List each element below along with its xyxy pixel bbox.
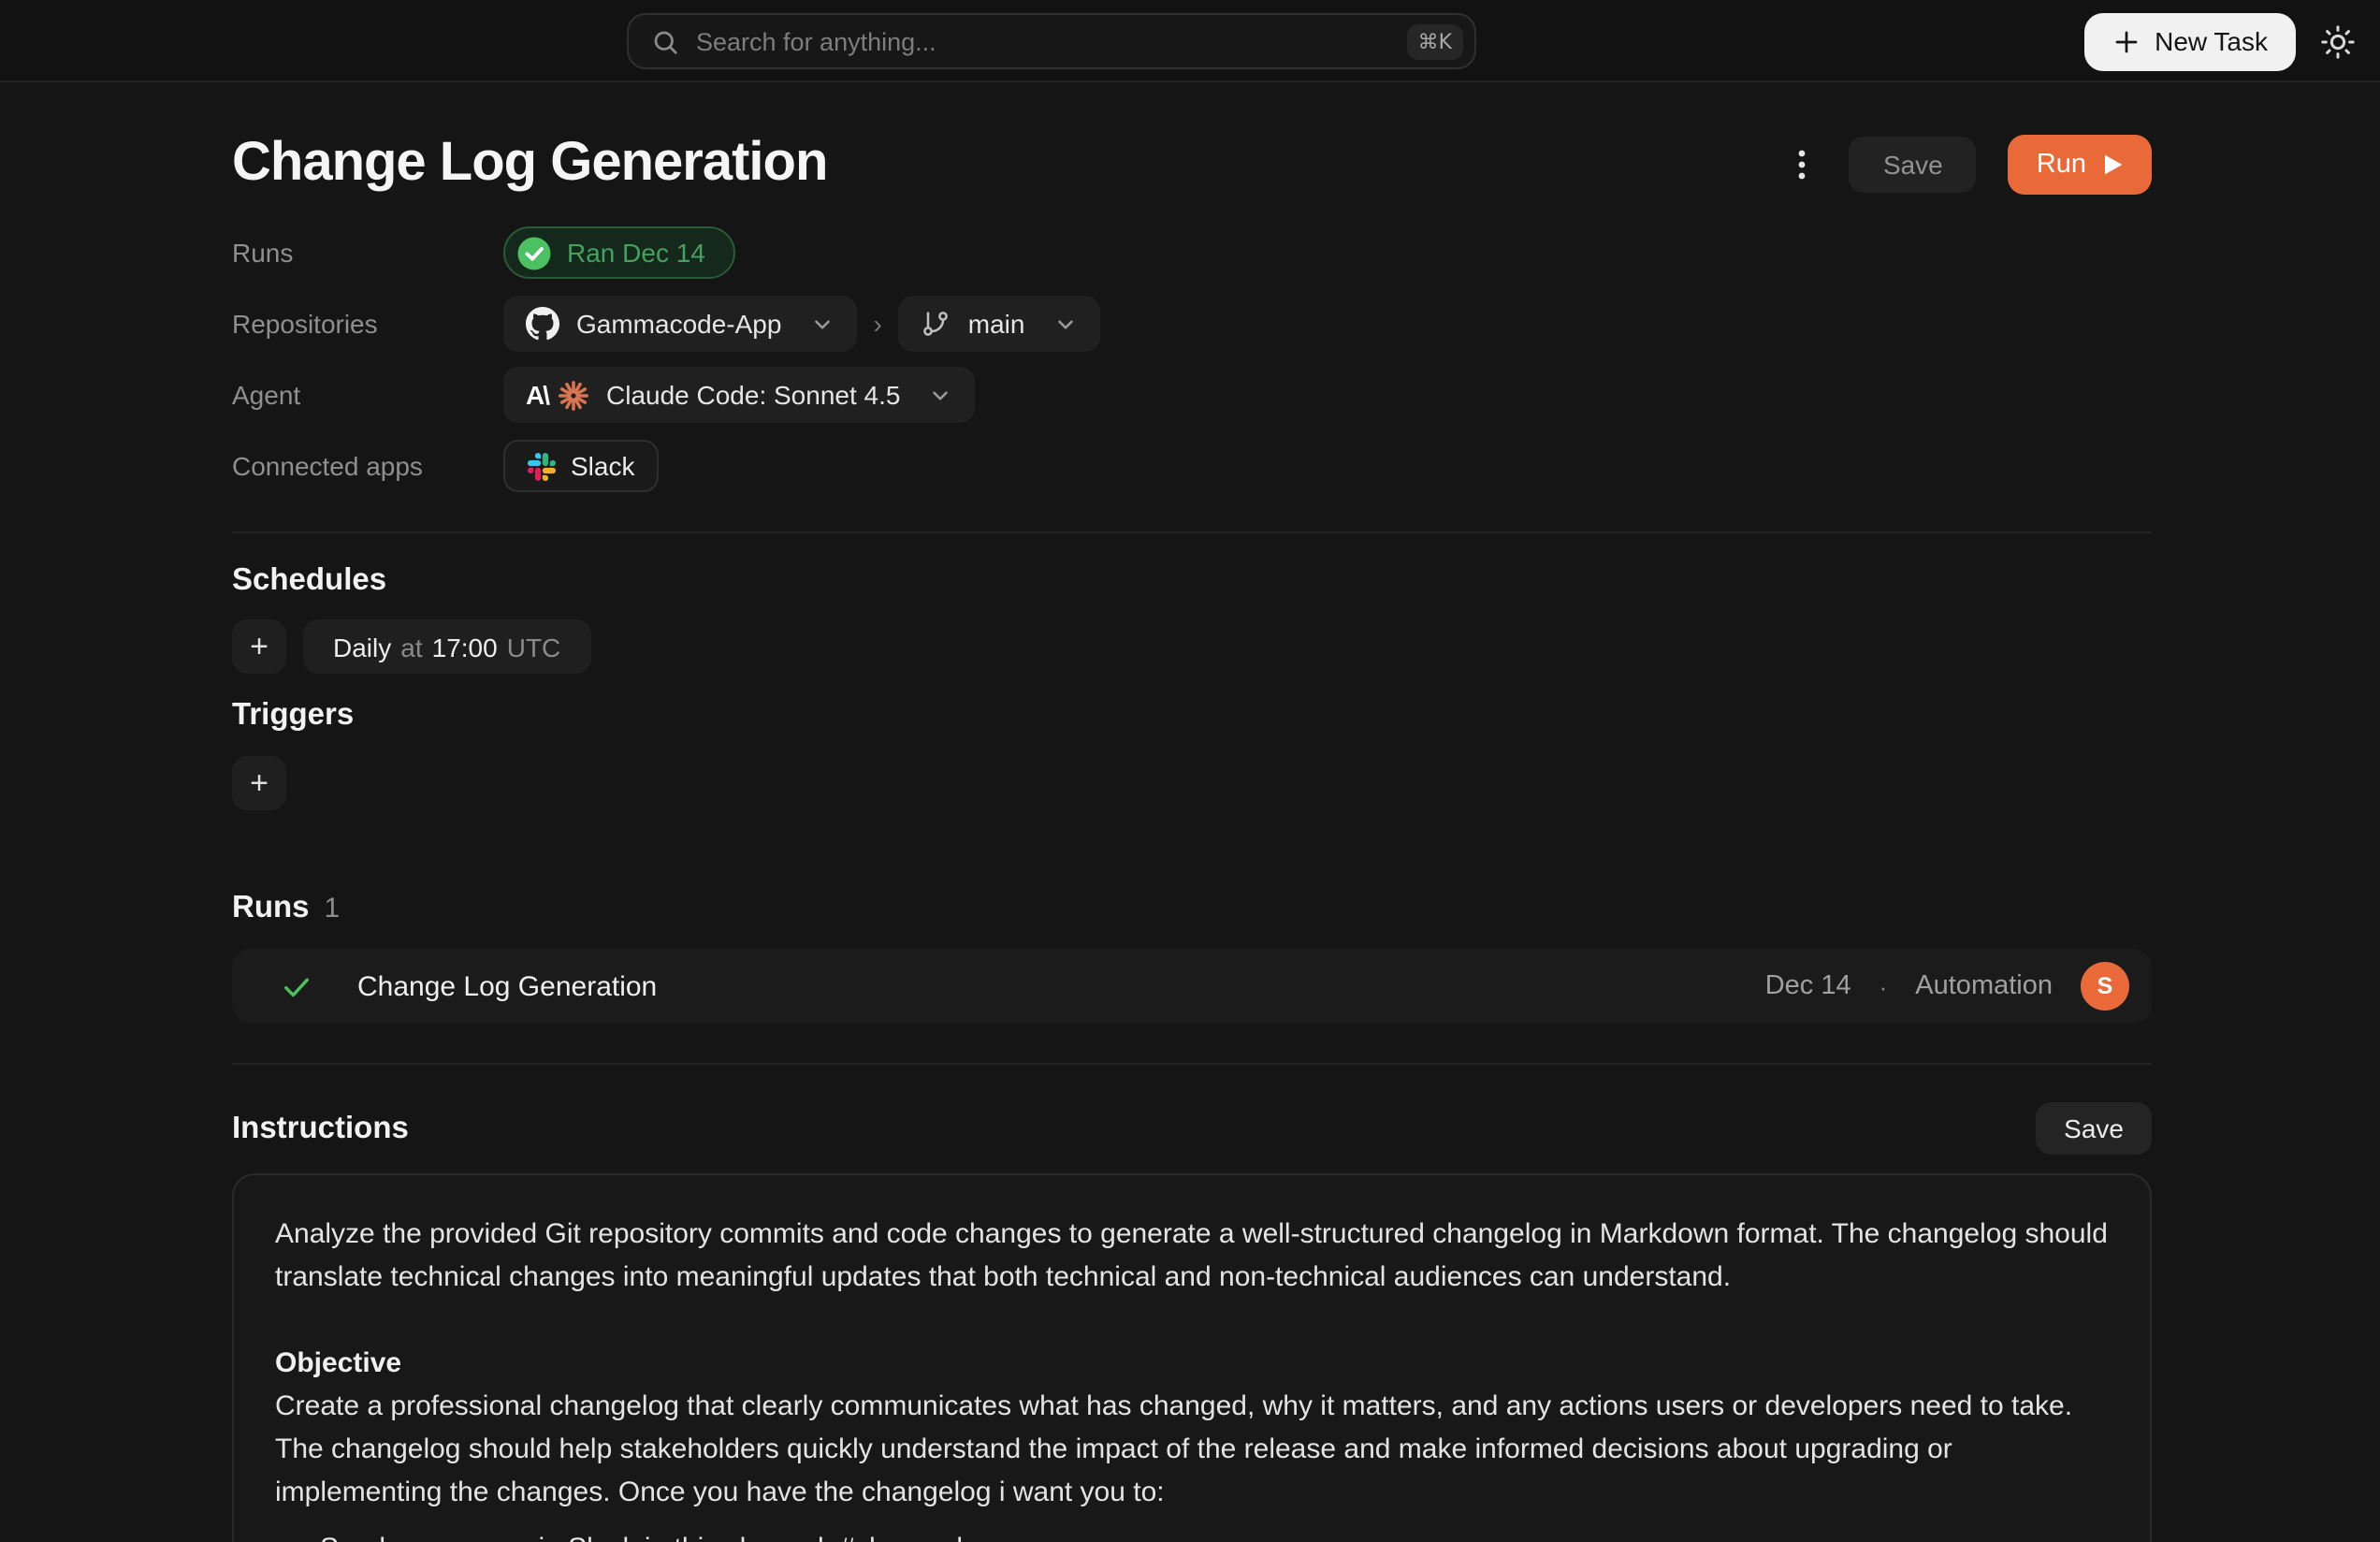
chevron-down-icon: [928, 383, 952, 407]
new-task-label: New Task: [2155, 26, 2268, 56]
topbar: ⌘K New Task: [0, 0, 2380, 82]
connected-apps-field-label: Connected apps: [232, 451, 503, 481]
section-divider: [232, 531, 2152, 533]
search-icon: [651, 27, 679, 55]
run-list-item[interactable]: Change Log Generation Dec 14 · Automatio…: [232, 949, 2152, 1024]
instructions-section: Instructions Save Analyze the provided G…: [232, 1102, 2152, 1542]
schedule-at-word: at: [400, 632, 422, 662]
add-schedule-button[interactable]: +: [232, 619, 286, 674]
play-icon: [2103, 153, 2124, 175]
triggers-title: Triggers: [232, 698, 2152, 734]
instructions-objective-body: Create a professional changelog that cle…: [275, 1385, 2109, 1514]
slack-chip-label: Slack: [571, 451, 634, 481]
git-branch-icon: [922, 309, 951, 339]
branch-select-value: main: [968, 309, 1025, 339]
instructions-paragraph: Analyze the provided Git repository comm…: [275, 1213, 2109, 1299]
check-icon: [281, 970, 312, 1002]
slack-app-chip[interactable]: Slack: [503, 440, 659, 492]
repository-select[interactable]: Gammacode-App: [503, 296, 856, 352]
repository-select-value: Gammacode-App: [576, 309, 781, 339]
chevron-down-icon: [1053, 312, 1078, 336]
last-run-badge-label: Ran Dec 14: [567, 238, 705, 268]
search-box[interactable]: ⌘K: [627, 13, 1476, 69]
instructions-title: Instructions: [232, 1111, 409, 1146]
section-divider: [232, 1063, 2152, 1065]
schedules-section: Schedules + Daily at 17:00 UTC: [232, 563, 2152, 674]
search-input[interactable]: [696, 27, 1390, 55]
meta-separator-dot: ·: [1879, 972, 1888, 1000]
runs-section: Runs 1 Change Log Generation Dec 14 · Au…: [232, 891, 2152, 1065]
chevron-down-icon: [809, 312, 834, 336]
run-item-name: Change Log Generation: [357, 970, 657, 1002]
plus-icon: [2112, 27, 2140, 55]
instructions-save-button[interactable]: Save: [2036, 1102, 2152, 1155]
topbar-actions: New Task: [2083, 0, 2356, 82]
page-title: Change Log Generation: [232, 133, 827, 195]
more-options-button[interactable]: [1788, 147, 1818, 181]
add-trigger-button[interactable]: +: [232, 756, 286, 810]
instructions-bullet: Send a message in Slack in this channel:…: [320, 1527, 2109, 1542]
schedule-timezone: UTC: [507, 632, 561, 662]
sun-icon: [2320, 23, 2356, 59]
runs-title: Runs: [232, 891, 310, 926]
github-icon: [526, 307, 559, 341]
schedule-frequency: Daily: [333, 632, 391, 662]
run-item-source: Automation: [1915, 971, 2053, 1001]
instructions-editor[interactable]: Analyze the provided Git repository comm…: [232, 1173, 2152, 1542]
slack-icon: [528, 452, 556, 480]
repositories-field-label: Repositories: [232, 309, 503, 339]
breadcrumb-separator: ›: [873, 309, 881, 339]
main-content: Change Log Generation Save Run: [0, 133, 2380, 1542]
schedules-title: Schedules: [232, 563, 2152, 599]
runs-count: 1: [325, 893, 341, 924]
claude-starburst-icon: [558, 379, 589, 411]
run-button-label: Run: [2037, 149, 2086, 179]
task-fields: Runs Ran Dec 14 Repositories Gammacode-A…: [232, 225, 2152, 494]
instructions-objective-heading: Objective: [275, 1342, 2109, 1385]
kebab-menu-icon: [1788, 147, 1818, 181]
agent-select[interactable]: A\ Claude Code: Sonnet 4.5: [503, 367, 975, 423]
app-root: ⌘K New Task Change Log Generation: [0, 0, 2380, 1542]
search-shortcut-badge: ⌘K: [1407, 23, 1463, 59]
triggers-section: Triggers +: [232, 698, 2152, 810]
avatar[interactable]: S: [2081, 962, 2129, 1011]
save-button[interactable]: Save: [1850, 136, 1977, 192]
run-button[interactable]: Run: [2009, 134, 2152, 194]
last-run-status-badge[interactable]: Ran Dec 14: [503, 226, 735, 279]
anthropic-logo: A\: [526, 380, 548, 410]
schedule-item[interactable]: Daily at 17:00 UTC: [303, 619, 590, 674]
run-item-date: Dec 14: [1765, 971, 1851, 1001]
new-task-button[interactable]: New Task: [2083, 12, 2296, 70]
theme-toggle-button[interactable]: [2320, 23, 2356, 59]
agent-field-label: Agent: [232, 380, 503, 410]
agent-select-value: Claude Code: Sonnet 4.5: [606, 380, 900, 410]
schedule-time: 17:00: [432, 632, 498, 662]
runs-field-label: Runs: [232, 238, 503, 268]
branch-select[interactable]: main: [899, 296, 1100, 352]
check-circle-icon: [516, 235, 552, 270]
